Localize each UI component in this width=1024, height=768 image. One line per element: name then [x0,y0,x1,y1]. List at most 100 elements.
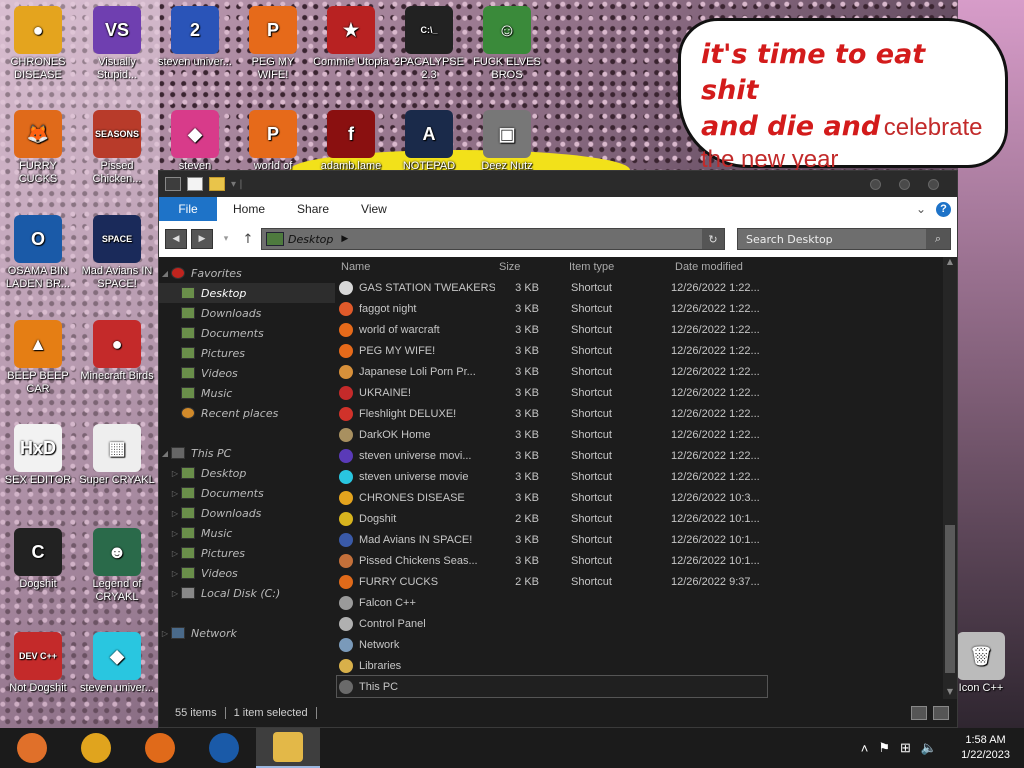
volume-icon[interactable]: 🔈 [921,740,937,756]
file-row[interactable]: This PC [336,675,768,698]
column-item-type[interactable]: Item type [565,261,671,273]
taskbar-chrome-button[interactable] [64,728,128,768]
refresh-button[interactable]: ↻ [702,229,724,249]
file-row[interactable]: Falcon C++ [337,592,957,613]
file-row[interactable]: UKRAINE! 3 KB Shortcut 12/26/2022 1:22... [337,382,957,403]
desktop-icon[interactable]: DEV C++ Not Dogshit [0,632,76,695]
file-row[interactable]: Dogshit 2 KB Shortcut 12/26/2022 10:1... [337,508,957,529]
file-row[interactable]: Japanese Loli Porn Pr... 3 KB Shortcut 12/2… [337,361,957,382]
file-row[interactable]: GAS STATION TWEAKERS 3 KB Shortcut 12/26/20… [337,277,957,298]
desktop-icon[interactable]: ☻ Legend of CRYAKL [79,528,155,604]
address-bar[interactable]: Desktop ▶ ↻ [261,228,725,250]
expand-arrow-icon[interactable]: ▷ [169,509,181,518]
network-tray-icon[interactable]: ⊞ [900,740,911,756]
file-row[interactable]: Control Panel [337,613,957,634]
nav-this-pc[interactable]: ◢ This PC [159,443,335,463]
desktop-icon[interactable]: O OSAMA BIN LADEN BR... [0,215,76,291]
expand-ribbon-icon[interactable]: ⌄ [916,202,926,216]
properties-icon[interactable] [187,177,203,191]
column-name[interactable]: Name [337,261,495,273]
file-row[interactable]: world of warcraft 3 KB Shortcut 12/26/2022 … [337,319,957,340]
nav-favorites[interactable]: ◢ Favorites [159,263,335,283]
scrollbar-thumb[interactable] [945,525,955,673]
minimize-button[interactable] [870,178,881,190]
nav-item[interactable]: Downloads [159,303,335,323]
nav-network[interactable]: ▷ Network [159,623,335,643]
desktop-icon[interactable]: ▦ Super CRYAKL [79,424,155,487]
desktop-icon[interactable]: Pworld of [235,110,311,173]
desktop-icon[interactable]: ▲ BEEP BEEP CAR [0,320,76,396]
expand-arrow-icon[interactable]: ▷ [169,489,181,498]
title-bar[interactable]: ▾ | [159,171,957,197]
file-row[interactable]: DarkOK Home 3 KB Shortcut 12/26/2022 1:22..… [337,424,957,445]
taskbar-chrome-old-button[interactable] [0,728,64,768]
desktop-icon[interactable]: ◆ steven [157,110,233,173]
breadcrumb-chevron-icon[interactable]: ▶ [341,234,348,244]
nav-item[interactable]: ▷ Local Disk (C:) [159,583,335,603]
flag-icon[interactable]: ⚑ [878,740,890,756]
desktop-icon[interactable]: ☺ FUCK ELVES BROS [469,6,545,82]
desktop-icon[interactable]: ▣ Deez Nutz [469,110,545,173]
tab-home[interactable]: Home [217,202,281,216]
back-button[interactable]: ◀ [165,229,187,249]
scroll-down-icon[interactable]: ▼ [943,687,957,699]
desktop-icon[interactable]: ● CHRONES DISEASE [0,6,76,82]
large-icons-view-icon[interactable] [933,706,949,720]
file-row[interactable]: PEG MY WIFE! 3 KB Shortcut 12/26/2022 1:22.… [337,340,957,361]
forward-button[interactable]: ▶ [191,229,213,249]
show-hidden-icons-icon[interactable]: ˄ [861,741,869,756]
desktop-icon[interactable]: P PEG MY WIFE! [235,6,311,82]
nav-item[interactable]: Music [159,383,335,403]
column-size[interactable]: Size [495,261,565,273]
desktop-icon[interactable]: ● Minecraft Birds [79,320,155,383]
nav-item[interactable]: Documents [159,323,335,343]
taskbar-obama-button[interactable] [192,728,256,768]
desktop-icon[interactable]: SEASONS Pissed Chicken... [79,110,155,186]
file-row[interactable]: Libraries [337,655,957,676]
desktop-icon[interactable]: SPACE Mad Avians IN SPACE! [79,215,155,291]
tab-file[interactable]: File [159,197,217,221]
desktop-icon[interactable]: 2 steven univer... [157,6,233,69]
desktop-icon[interactable]: C:\_ 2PACALYPSE 2.3 [391,6,467,82]
recent-dropdown-icon[interactable]: ▾ [217,234,235,244]
collapse-arrow-icon[interactable]: ◢ [159,449,171,458]
file-row[interactable]: Fleshlight DELUXE! 3 KB Shortcut 12/26/2022… [337,403,957,424]
nav-item[interactable]: Pictures [159,343,335,363]
search-icon[interactable]: ⌕ [926,229,950,249]
nav-item[interactable]: Videos [159,363,335,383]
new-folder-icon[interactable] [209,177,225,191]
file-row[interactable]: steven universe movie 3 KB Shortcut 12/26/2… [337,466,957,487]
search-box[interactable]: Search Desktop ⌕ [737,228,951,250]
desktop-icon[interactable]: f adamb.lame [313,110,389,173]
close-button[interactable] [928,178,939,190]
expand-arrow-icon[interactable]: ▷ [169,529,181,538]
file-row[interactable]: FURRY CUCKS 2 KB Shortcut 12/26/2022 9:37..… [337,571,957,592]
tab-share[interactable]: Share [281,202,345,216]
desktop-icon[interactable]: ◆ steven univer... [79,632,155,695]
nav-item[interactable]: ▷ Music [159,523,335,543]
expand-arrow-icon[interactable]: ▷ [169,469,181,478]
expand-arrow-icon[interactable]: ▷ [169,589,181,598]
nav-item[interactable]: ▷ Desktop [159,463,335,483]
desktop-icon[interactable]: VS Visually Stupid... [79,6,155,82]
taskbar-explorer-button[interactable] [256,728,320,768]
nav-item[interactable]: Desktop [159,283,335,303]
scroll-up-icon[interactable]: ▲ [943,257,957,269]
expand-arrow-icon[interactable]: ▷ [169,549,181,558]
expand-arrow-icon[interactable]: ▷ [169,569,181,578]
collapse-arrow-icon[interactable]: ◢ [159,269,171,278]
maximize-button[interactable] [899,178,910,190]
clock[interactable]: 1:58 AM 1/22/2023 [961,733,1010,763]
desktop-icon[interactable]: C Dogshit [0,528,76,591]
taskbar-firefox-button[interactable] [128,728,192,768]
desktop-icon[interactable]: ★ Commie Utopia [313,6,389,69]
desktop-icon[interactable]: 🦊 FURRY CUCKS [0,110,76,186]
details-view-icon[interactable] [911,706,927,720]
quick-access-dropdown-icon[interactable]: ▾ | [231,179,243,190]
file-row[interactable]: Mad Avians IN SPACE! 3 KB Shortcut 12/26/20… [337,529,957,550]
column-date-modified[interactable]: Date modified [671,261,771,273]
help-icon[interactable]: ? [936,201,951,217]
file-row[interactable]: Network [337,634,957,655]
desktop-icon[interactable]: A NOTEPAD [391,110,467,173]
up-button[interactable]: ↑ [239,232,257,247]
